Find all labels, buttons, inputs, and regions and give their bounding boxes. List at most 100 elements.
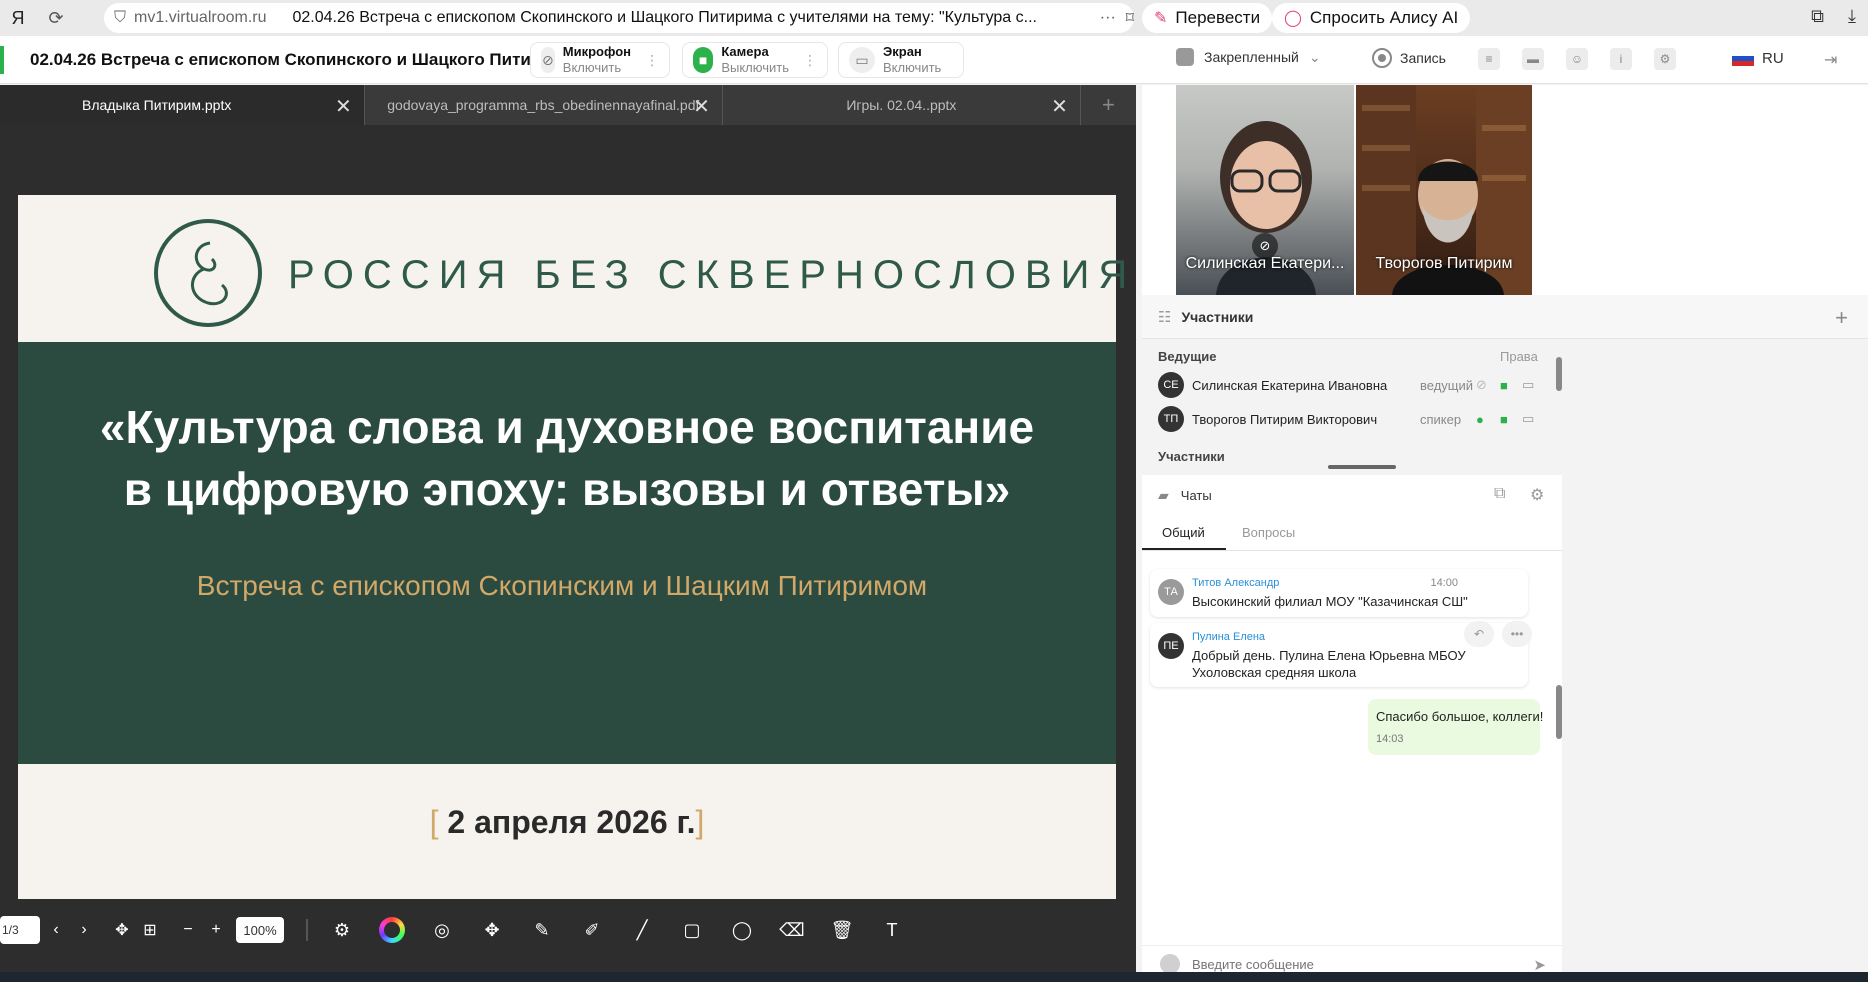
screen-off-icon[interactable]: ▭	[1522, 377, 1534, 393]
presentation-area: Владыка Питирим.pptx ✕ godovaya_programm…	[0, 85, 1136, 982]
message-time: 14:00	[1430, 577, 1458, 589]
screen-action: Включить	[883, 60, 942, 75]
alice-button[interactable]: ◯ Спросить Алису AI	[1272, 3, 1471, 33]
info-icon[interactable]: i	[1610, 48, 1632, 70]
pen-icon[interactable]: ✐	[576, 914, 608, 946]
zoom-level[interactable]: 100%	[236, 917, 284, 943]
circle-icon[interactable]: ◯	[726, 914, 758, 946]
fit-page-icon[interactable]: ⊞	[138, 916, 162, 944]
exit-icon[interactable]: ⇥	[1824, 50, 1846, 70]
screen-off-icon[interactable]: ▭	[1522, 411, 1534, 427]
next-page-icon[interactable]: ›	[72, 916, 96, 944]
tab-document-2[interactable]: godovaya_programma_rbs_obedinennayafinal…	[365, 85, 723, 125]
add-participant-icon[interactable]: +	[1835, 305, 1848, 331]
reply-icon[interactable]: ↶	[1464, 621, 1494, 647]
reload-icon[interactable]: ⟳	[36, 8, 76, 29]
notes-icon[interactable]: ≡	[1478, 48, 1500, 70]
camera-more-icon[interactable]: ⋮	[803, 52, 817, 69]
color-picker-icon[interactable]	[376, 914, 408, 946]
translate-button[interactable]: ✎ Перевести	[1142, 3, 1273, 33]
emoji-icon[interactable]	[1160, 954, 1180, 974]
tab-questions[interactable]: Вопросы	[1242, 525, 1295, 540]
screen-share-icon: ▭	[849, 47, 875, 73]
active-tab-indicator	[1142, 548, 1226, 550]
participant-row[interactable]: СЕ Силинская Екатерина Ивановна ведущий …	[1158, 369, 1552, 401]
camera-icon[interactable]: ■	[1500, 378, 1508, 393]
move-icon[interactable]: ✥	[476, 914, 508, 946]
side-panel: ⊘ Силинская Екатери... Творогов Питирим …	[1142, 85, 1868, 982]
message-input[interactable]	[1192, 956, 1512, 972]
record-button[interactable]: Запись	[1372, 48, 1446, 68]
yandex-icon[interactable]: Я	[0, 8, 36, 29]
users-icon: ☷	[1158, 308, 1172, 326]
tab-document-3[interactable]: Игры. 02.04..pptx ✕	[723, 85, 1081, 125]
close-icon[interactable]: ✕	[693, 94, 710, 119]
chat-popout-icon[interactable]: ⧉	[1494, 485, 1505, 503]
close-icon[interactable]: ✕	[1051, 94, 1068, 119]
folder-icon[interactable]: ▬	[1522, 48, 1544, 70]
gear-icon[interactable]: ⚙	[1530, 485, 1544, 505]
more-icon[interactable]: ···	[1100, 9, 1116, 27]
screen-share-control[interactable]: ▭ Экран Включить	[838, 42, 964, 78]
text-tool-icon[interactable]: T	[876, 914, 908, 946]
page-indicator[interactable]: 1/3	[0, 916, 40, 944]
gear-icon[interactable]: ⚙	[1654, 48, 1676, 70]
fit-width-icon[interactable]: ✥	[110, 916, 134, 944]
chat-scrollbar[interactable]	[1556, 685, 1562, 739]
zoom-out-icon[interactable]: −	[176, 916, 200, 944]
video-tile-1[interactable]: ⊘ Силинская Екатери...	[1176, 85, 1354, 295]
bookmark-icon[interactable]: ⌑	[1126, 8, 1134, 28]
brand-logo-icon	[154, 219, 262, 327]
hosts-label: Ведущие	[1158, 349, 1217, 364]
video-name: Силинская Екатери...	[1185, 255, 1345, 272]
alice-icon: ◯	[1284, 10, 1302, 27]
rectangle-icon[interactable]: ▢	[676, 914, 708, 946]
collections-icon[interactable]: ⧉	[1811, 6, 1824, 27]
alice-label: Спросить Алису AI	[1309, 8, 1459, 27]
download-icon[interactable]: ⤓	[1848, 6, 1856, 27]
microphone-off-icon[interactable]: ⊘	[1476, 377, 1487, 393]
tab-general[interactable]: Общий	[1162, 525, 1205, 540]
pointer-icon[interactable]: ◎	[426, 914, 458, 946]
line-icon[interactable]: ╱	[626, 914, 658, 946]
eraser-icon[interactable]: ⌫	[776, 914, 808, 946]
more-icon[interactable]: •••	[1502, 621, 1532, 647]
language-selector[interactable]: RU	[1732, 50, 1784, 67]
own-message[interactable]: Спасибо большое, коллеги! 14:03	[1368, 699, 1543, 755]
chat-panel: ▰ Чаты ⧉ ⚙ Общий Вопросы ТА Титов Алекса…	[1142, 475, 1562, 982]
video-tile-2[interactable]: Творогов Питирим	[1356, 85, 1532, 295]
prev-page-icon[interactable]: ‹	[44, 916, 68, 944]
brush-icon[interactable]: ✎	[526, 914, 558, 946]
camera-control[interactable]: ■ Камера Выключить ⋮	[682, 42, 828, 78]
members-label: Участники	[1158, 449, 1225, 464]
microphone-icon[interactable]: ●	[1476, 412, 1484, 427]
chat-title: Чаты	[1180, 487, 1212, 503]
avatar: ПЕ	[1158, 633, 1184, 659]
avatar: СЕ	[1158, 372, 1184, 398]
layout-dropdown[interactable]: Закрепленный ⌄	[1176, 48, 1321, 66]
close-icon[interactable]: ✕	[335, 94, 352, 119]
chat-message[interactable]: ТА Титов Александр 14:00 Высокинский фил…	[1150, 569, 1528, 617]
users-icon[interactable]: ☺	[1566, 48, 1588, 70]
record-icon	[1372, 48, 1392, 68]
trash-icon[interactable]: 🗑	[826, 914, 858, 946]
camera-icon[interactable]: ■	[1500, 412, 1508, 427]
panel-resize-handle[interactable]	[1328, 465, 1396, 469]
add-tab-icon[interactable]: +	[1081, 85, 1136, 125]
tab-label: Владыка Питирим.pptx	[82, 97, 232, 113]
participants-scrollbar[interactable]	[1556, 357, 1562, 391]
layout-label: Закрепленный	[1204, 49, 1299, 65]
translate-icon: ✎	[1154, 10, 1168, 27]
settings-icon[interactable]: ⚙	[326, 914, 358, 946]
brand-name: РОССИЯ БЕЗ СКВЕРНОСЛОВИЯ	[288, 253, 1137, 297]
microphone-control[interactable]: ⊘ Микрофон Включить ⋮	[530, 42, 670, 78]
os-taskbar	[0, 972, 1868, 982]
address-bar[interactable]: ⛉ mv1.virtualroom.ru 02.04.26 Встреча с …	[104, 3, 1134, 33]
mic-more-icon[interactable]: ⋮	[645, 52, 659, 69]
participant-role: спикер	[1420, 411, 1462, 427]
slide-footer: [ 2 апреля 2026 г.]	[18, 764, 1116, 899]
app-header: 02.04.26 Встреча с епископом Скопинского…	[0, 36, 1868, 84]
zoom-in-icon[interactable]: +	[204, 916, 228, 944]
participant-row[interactable]: ТП Творогов Питирим Викторович спикер ● …	[1158, 403, 1552, 435]
tab-document-1[interactable]: Владыка Питирим.pptx ✕	[0, 85, 365, 125]
